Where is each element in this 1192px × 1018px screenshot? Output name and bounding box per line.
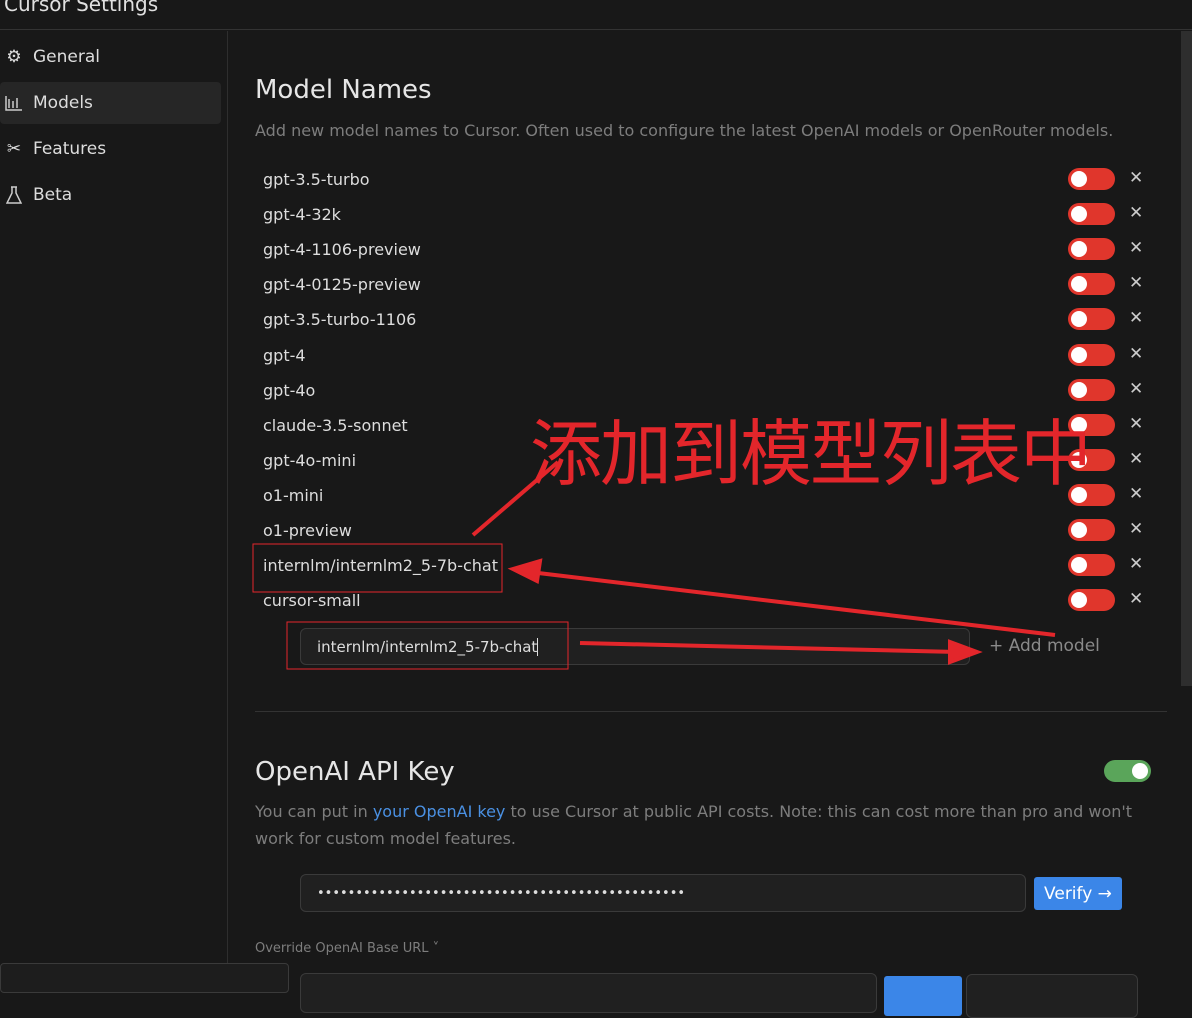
model-name: gpt-4 [263, 345, 306, 365]
sidebar-item-features[interactable]: ✂ Features [0, 128, 221, 170]
scrollbar[interactable] [1181, 31, 1192, 686]
remove-model-close-icon[interactable]: ✕ [1129, 203, 1143, 223]
model-toggle[interactable] [1068, 554, 1115, 577]
secondary-button[interactable] [966, 974, 1138, 1018]
model-name: gpt-4-1106-preview [263, 240, 421, 260]
app-title: Cursor Settings [4, 0, 159, 16]
gear-icon: ⚙ [6, 47, 22, 67]
model-row: gpt-4 [263, 338, 1143, 373]
model-row: o1-preview [263, 513, 1143, 548]
model-name: internlm/internlm2_5-7b-chat [263, 556, 498, 576]
model-toggle[interactable] [1068, 519, 1115, 541]
verify-button[interactable]: Verify → [1034, 877, 1122, 910]
model-toggle[interactable] [1068, 308, 1115, 331]
model-row: cursor-small [263, 583, 1143, 618]
sidebar-item-label: General [33, 47, 100, 67]
sidebar: ⚙ General Models ✂ Features Beta [0, 31, 228, 987]
model-name: gpt-3.5-turbo-1106 [263, 310, 417, 330]
add-model-button[interactable]: + Add model [989, 636, 1100, 656]
override-base-url-toggle[interactable]: Override OpenAI Base URL ˅ [255, 941, 439, 956]
annotation-text: 添加到模型列表中 [530, 412, 1092, 496]
remove-model-close-icon[interactable]: ✕ [1129, 308, 1143, 328]
model-name: gpt-4o-mini [263, 450, 357, 470]
model-row: gpt-4-0125-preview [263, 267, 1143, 302]
remove-model-close-icon[interactable]: ✕ [1129, 344, 1143, 364]
remove-model-close-icon[interactable]: ✕ [1129, 414, 1143, 434]
api-key-input[interactable]: ••••••••••••••••••••••••••••••••••••••••… [300, 874, 1026, 912]
openai-key-heading: OpenAI API Key [255, 757, 455, 787]
model-names-heading: Model Names [255, 75, 432, 105]
openai-key-description: You can put in your OpenAI key to use Cu… [255, 802, 1133, 848]
model-name: gpt-4o [263, 380, 316, 400]
sidebar-item-label: Beta [33, 185, 73, 205]
model-name: claude-3.5-sonnet [263, 415, 408, 435]
model-row: gpt-3.5-turbo [263, 162, 1143, 197]
bar-chart-icon [4, 95, 24, 111]
remove-model-close-icon[interactable]: ✕ [1129, 238, 1143, 258]
model-toggle[interactable] [1068, 589, 1115, 612]
model-toggle[interactable] [1068, 238, 1115, 261]
model-row: gpt-3.5-turbo-1106 [263, 302, 1143, 337]
sidebar-item-general[interactable]: ⚙ General [0, 36, 221, 78]
model-name: o1-preview [263, 521, 352, 540]
openai-key-link[interactable]: your OpenAI key [373, 802, 506, 821]
remove-model-close-icon[interactable]: ✕ [1129, 449, 1143, 469]
remove-model-close-icon[interactable]: ✕ [1129, 379, 1143, 399]
model-toggle[interactable] [1068, 343, 1115, 366]
model-row: gpt-4-1106-preview [263, 232, 1143, 267]
popup [0, 963, 289, 993]
remove-model-close-icon[interactable]: ✕ [1129, 589, 1143, 609]
title-bar: Cursor Settings [0, 0, 1192, 30]
remove-model-close-icon[interactable]: ✕ [1129, 484, 1143, 504]
tools-icon: ✂ [6, 139, 22, 159]
flask-icon [4, 186, 24, 204]
model-names-description: Add new model names to Cursor. Often use… [255, 121, 1114, 140]
sidebar-item-models[interactable]: Models [0, 82, 221, 124]
model-row: gpt-4-32k [263, 197, 1143, 232]
input-value: internlm/internlm2_5-7b-chat [317, 637, 538, 656]
remove-model-close-icon[interactable]: ✕ [1129, 168, 1143, 188]
model-toggle[interactable] [1068, 273, 1115, 296]
settings-main: Model Names Add new model names to Curso… [229, 31, 1192, 1018]
model-toggle[interactable] [1068, 168, 1115, 190]
base-url-input[interactable] [300, 973, 877, 1013]
sidebar-item-label: Models [33, 93, 93, 113]
model-toggle[interactable] [1068, 203, 1115, 226]
model-name: gpt-3.5-turbo [263, 170, 370, 189]
model-row: internlm/internlm2_5-7b-chat [263, 548, 1143, 583]
add-model-input[interactable]: internlm/internlm2_5-7b-chat [300, 628, 970, 665]
model-name: gpt-4-0125-preview [263, 275, 421, 295]
remove-model-close-icon[interactable]: ✕ [1129, 519, 1143, 539]
model-name: gpt-4-32k [263, 205, 341, 225]
openai-key-toggle[interactable] [1104, 760, 1151, 782]
remove-model-close-icon[interactable]: ✕ [1129, 273, 1143, 293]
save-button[interactable] [884, 976, 962, 1016]
model-name: cursor-small [263, 591, 361, 611]
sidebar-item-label: Features [33, 139, 107, 159]
model-name: o1-mini [263, 485, 324, 505]
sidebar-item-beta[interactable]: Beta [0, 174, 221, 216]
remove-model-close-icon[interactable]: ✕ [1129, 554, 1143, 574]
divider [255, 711, 1167, 712]
